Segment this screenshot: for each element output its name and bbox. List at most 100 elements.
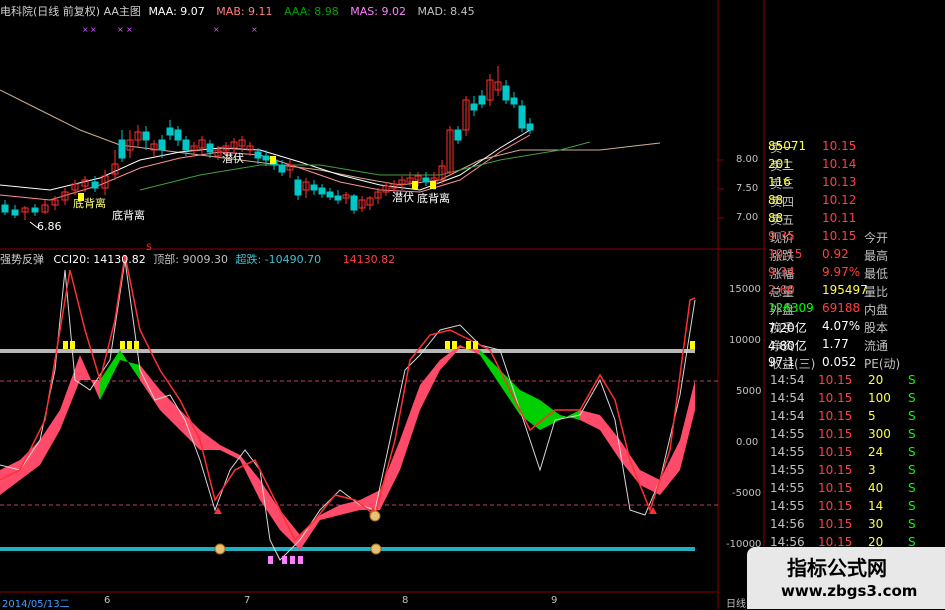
candle-body — [11, 209, 19, 216]
marker-x: × — [90, 25, 97, 34]
tick-row: 14:54 10.15 20 S — [768, 372, 945, 390]
stat-row: 涨跌 0.92 最高 10.15 — [768, 246, 945, 264]
ribbon-segment — [140, 365, 160, 410]
candle-body — [334, 195, 342, 201]
candle-body — [478, 95, 486, 105]
marker-x: × — [82, 25, 89, 34]
tick-volume: 3 — [868, 463, 876, 477]
candle-body — [318, 187, 326, 195]
stat-row: 收益(三) 0.052 PE(动) 97.1 — [768, 354, 945, 372]
tick-side: S — [908, 427, 916, 441]
ask-row: 卖五 10.11 88 — [768, 210, 945, 228]
coin-marker — [369, 510, 381, 522]
candle-body — [158, 139, 166, 151]
stat-row: 现价 10.15 今开 9.35 — [768, 228, 945, 246]
candle-body — [166, 127, 174, 136]
signal-marker — [270, 156, 276, 164]
ribbon-segment — [80, 355, 100, 400]
candle-body — [350, 195, 358, 211]
tick-volume: 24 — [868, 445, 884, 459]
price-tick: 8.00 — [736, 154, 759, 165]
stat-value: 97.1 — [768, 355, 795, 369]
tick-side: S — [908, 409, 916, 423]
tick-volume: 14 — [868, 499, 884, 513]
main-title: 电科院(日线 前复权) AA主图 — [0, 5, 141, 18]
stat-value: 10.15 — [768, 247, 803, 261]
tick-price: 10.15 — [818, 517, 853, 531]
ind-tick: 5000 — [736, 386, 762, 397]
ask-price: 10.14 — [822, 157, 857, 171]
tick-side: S — [908, 373, 916, 387]
watermark-title: 指标公式网 — [787, 556, 887, 580]
period-label[interactable]: 日线 — [726, 595, 746, 610]
ask-volume: 201 — [768, 157, 791, 171]
tick-price: 10.15 — [818, 391, 853, 405]
cci-value: CCI20: 14130.82 — [53, 253, 146, 266]
tick-side: S — [908, 463, 916, 477]
bottom-marker — [282, 556, 287, 564]
candle-body — [31, 207, 39, 213]
ask-volume: 85071 — [768, 139, 807, 153]
signal-line — [0, 254, 696, 542]
candle-body — [518, 105, 526, 129]
ribbon-segment — [20, 440, 40, 480]
ask-row: 卖二 10.14 201 — [768, 156, 945, 174]
tick-row: 14:55 10.15 300 S — [768, 426, 945, 444]
tick-side: S — [908, 445, 916, 459]
signal-label: 潜伏 — [222, 152, 244, 165]
signal-label: 底背离 — [417, 192, 450, 205]
top-marker — [134, 341, 139, 349]
ribbon-segment — [580, 410, 600, 430]
ask-volume: 88 — [768, 193, 784, 207]
tick-time: 14:56 — [770, 517, 805, 531]
tick-volume: 100 — [868, 391, 891, 405]
stat-label: 最高 — [864, 249, 889, 263]
maa-value: MAA: 9.07 — [148, 5, 205, 18]
indicator-panel: S — [0, 243, 718, 564]
ask-price: 10.12 — [822, 193, 857, 207]
coin-marker — [370, 543, 382, 555]
top-marker — [127, 341, 132, 349]
stat-value: 1.77 — [822, 337, 849, 351]
ribbon-segment — [480, 350, 500, 385]
price-tick: 7.50 — [736, 183, 759, 194]
top-marker — [473, 341, 478, 349]
tick-time: 14:54 — [770, 409, 805, 423]
top-marker — [466, 341, 471, 349]
ask-price: 10.13 — [822, 175, 857, 189]
extra-value: 14130.82 — [342, 253, 396, 266]
stat-value: 4.07% — [822, 319, 861, 333]
bottom-marker — [268, 556, 273, 564]
ind-tick: 0.00 — [736, 437, 759, 448]
stat-row: 外盘 69188 内盘 126309 — [768, 300, 945, 318]
tick-row: 14:55 10.15 40 S — [768, 480, 945, 498]
ask-row: 卖三 10.13 116 — [768, 174, 945, 192]
stat-label: 流通 — [864, 339, 889, 353]
candle-body — [278, 164, 286, 173]
indicator-name: 强势反弹 — [0, 253, 44, 266]
signal-label: 底背离 — [112, 209, 145, 222]
ribbon-segment — [120, 350, 140, 380]
ask-price: 10.15 — [822, 139, 857, 153]
date-tick: 9 — [551, 595, 558, 606]
marker-x: × — [126, 25, 133, 34]
mas-value: MAS: 9.02 — [350, 5, 406, 18]
ind-tick: -5000 — [732, 488, 762, 499]
date-tick: 8 — [402, 595, 409, 606]
top-marker — [452, 341, 457, 349]
tick-volume: 5 — [868, 409, 876, 423]
stat-value: 2.60 — [768, 283, 795, 297]
tick-row: 14:55 10.15 3 S — [768, 462, 945, 480]
stat-label: 量比 — [864, 285, 889, 299]
tick-time: 14:55 — [770, 427, 805, 441]
tick-volume: 300 — [868, 427, 891, 441]
top-value: 顶部: 9009.30 — [153, 253, 228, 266]
top-marker — [445, 341, 450, 349]
signal-marker — [412, 181, 418, 189]
stat-value: 7.20亿 — [768, 321, 807, 335]
candle-body — [526, 123, 534, 131]
low-price-label: 6.86 — [37, 220, 62, 233]
aaa-value: AAA: 8.98 — [284, 5, 339, 18]
price-tick: 7.00 — [736, 212, 759, 223]
ribbon-segment — [40, 410, 60, 465]
